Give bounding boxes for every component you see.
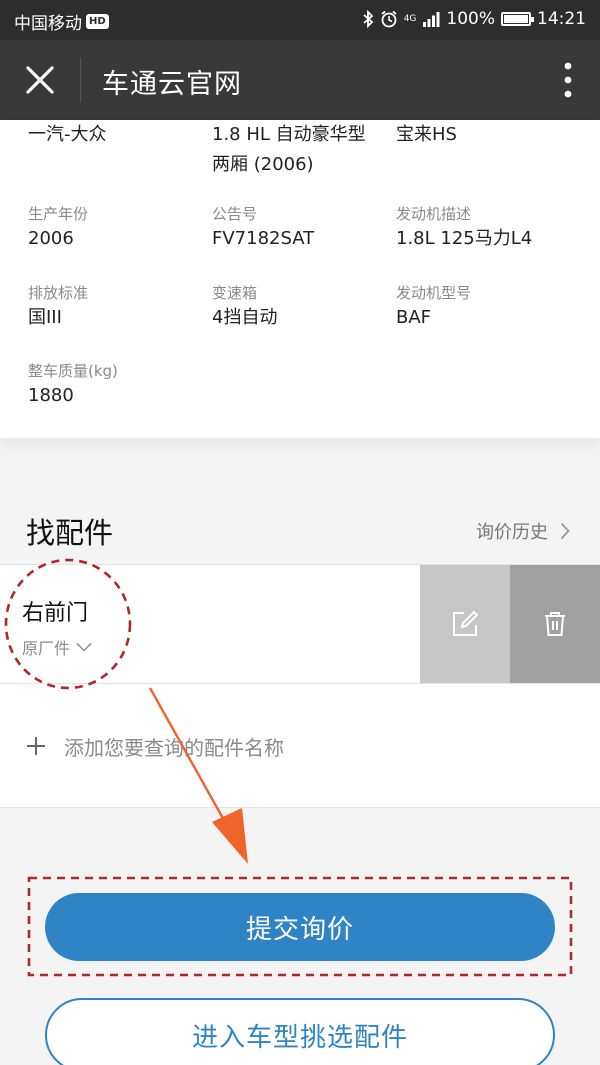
carrier-info: 中国移动 HD [14,9,109,34]
delete-button[interactable] [510,565,600,683]
vehicle-series-value: 宝来HS [396,124,457,145]
field-value: 1.8L 125马力L4 [396,228,533,249]
field-value: BAF [396,307,432,328]
vehicle-brand-value: 一汽-大众 [28,124,107,145]
page-title: 车通云官网 [102,69,242,100]
carrier-name: 中国移动 [14,14,82,34]
field-curb-weight: 整车质量(kg) 1880 [28,360,118,411]
list-item[interactable]: 右前门 原厂件 [0,564,600,684]
field-value: 1880 [28,385,74,406]
field-value: 4挡自动 [212,307,278,328]
submit-inquiry-button[interactable]: 提交询价 [45,893,555,961]
vehicle-model-line1: 1.8 HL 自动豪华型 [212,124,366,145]
close-icon[interactable] [20,60,60,100]
signal-icon [423,12,440,27]
field-gearbox: 变速箱 4挡自动 [212,282,277,333]
bluetooth-icon [363,10,374,28]
field-label: 整车质量(kg) [28,362,118,380]
parts-section-header: 找配件 询价历史 [0,500,600,564]
vehicle-series: 宝来HS [396,120,457,150]
more-icon[interactable] [564,62,572,98]
field-label: 发动机型号 [396,284,472,302]
network-type: 4G [403,13,417,24]
field-engine-desc: 发动机描述 1.8L 125马力L4 [396,203,532,254]
alarm-icon [381,10,397,28]
field-engine-model: 发动机型号 BAF [396,282,471,333]
field-emission-standard: 排放标准 国III [28,282,88,333]
battery-icon [501,12,534,26]
edit-button[interactable] [420,565,510,683]
status-icons: 4G 100% 14:21 [362,9,586,29]
field-label: 变速箱 [212,284,258,302]
add-part-row[interactable]: 添加您要查询的配件名称 [0,684,600,808]
field-label: 排放标准 [28,284,89,302]
add-part-placeholder: 添加您要查询的配件名称 [64,736,284,760]
edit-icon [453,610,479,636]
section-title: 找配件 [26,516,114,550]
vehicle-model: 1.8 HL 自动豪华型 两厢 (2006) [212,120,366,180]
plus-icon [27,737,45,755]
inquiry-history-link[interactable]: 询价历史 [476,518,570,544]
part-name: 右前门 [22,601,89,626]
field-value: FV7182SAT [212,228,315,249]
field-label: 发动机描述 [396,205,472,223]
field-announcement-no: 公告号 FV7182SAT [212,203,314,254]
annotation-arrow-head [212,808,248,864]
field-production-year: 生产年份 2006 [28,203,88,254]
status-bar: 中国移动 HD 4G 100% 14:21 [0,0,600,40]
nav-divider [80,58,81,102]
field-value: 国III [28,307,62,328]
select-by-model-button[interactable]: 进入车型挑选配件 [45,998,555,1065]
field-label: 生产年份 [28,205,89,223]
battery-percent: 100% [446,9,495,29]
field-label: 公告号 [212,205,258,223]
field-value: 2006 [28,228,74,249]
vehicle-info-card: 一汽-大众 1.8 HL 自动豪华型 两厢 (2006) 宝来HS 生产年份 2… [0,120,600,438]
trash-icon [545,612,565,636]
clock: 14:21 [537,9,586,29]
chevron-down-icon [76,642,92,652]
inquiry-history-label: 询价历史 [476,522,548,543]
vehicle-brand: 一汽-大众 [28,120,107,150]
hd-badge: HD [86,14,109,29]
chevron-right-icon [560,522,570,540]
part-type-label: 原厂件 [22,639,71,658]
nav-bar: 车通云官网 [0,40,600,120]
part-type-selector[interactable]: 原厂件 [22,635,92,659]
vehicle-model-line2: 两厢 (2006) [212,154,314,175]
